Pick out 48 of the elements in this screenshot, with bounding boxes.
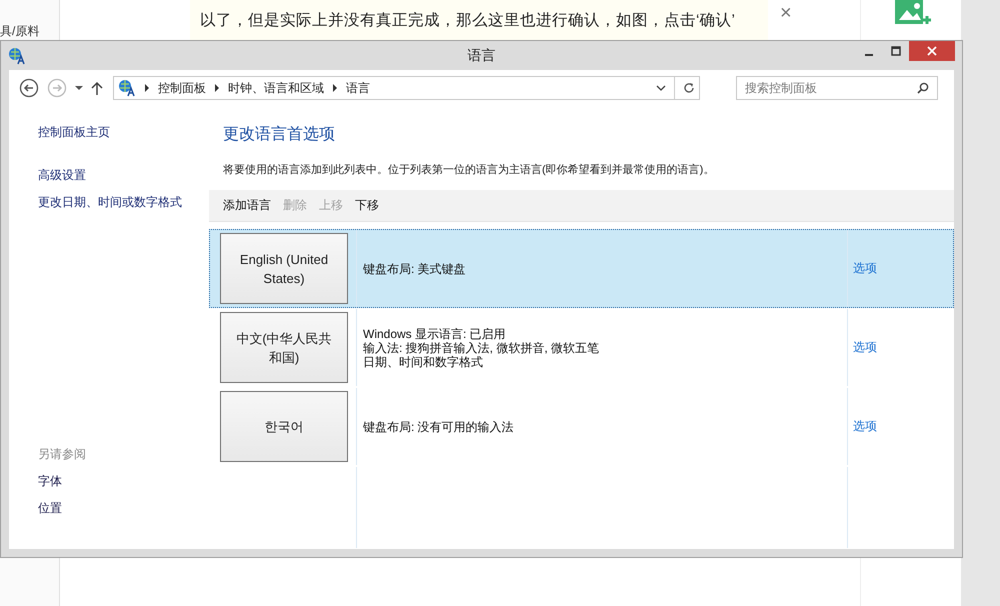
- article-text: 以了，但是实际上并没有真正完成，那么这里也进行确认，如图，点击‘确认’: [200, 12, 735, 29]
- language-detail: 日期、时间和数字格式: [363, 354, 484, 368]
- close-button[interactable]: ×: [780, 2, 792, 25]
- language-row[interactable]: 한국어 键盘布局: 没有可用的输入法 选项: [209, 387, 954, 466]
- address-bar[interactable]: 控制面板 时钟、语言和区域 语言: [113, 76, 700, 100]
- globe-icon: [118, 79, 136, 97]
- language-row[interactable]: English (United States) 键盘布局: 美式键盘 选项: [209, 229, 954, 308]
- toolbar-button[interactable]: 下移: [349, 197, 385, 214]
- maximize-icon: [890, 46, 900, 56]
- chevron-icon[interactable]: [144, 84, 150, 92]
- globe-icon: [8, 46, 26, 64]
- sidebar-link[interactable]: 高级设置: [38, 167, 209, 184]
- language-detail: 键盘布局: 没有可用的输入法: [363, 420, 515, 434]
- caret-icon[interactable]: [75, 85, 83, 91]
- dropdown-icon[interactable]: [656, 85, 666, 91]
- section-heading: 另请参阅: [38, 446, 87, 463]
- search-icon[interactable]: [917, 82, 929, 94]
- language-detail: Windows 显示语言: 已启用: [363, 326, 507, 340]
- language-button[interactable]: 中文(中华人民共和国): [220, 312, 348, 383]
- breadcrumb[interactable]: 控制面板: [158, 80, 206, 96]
- sidebar-link[interactable]: 控制面板主页: [38, 124, 209, 141]
- options-link[interactable]: 选项: [853, 260, 877, 277]
- language-detail: 输入法: 搜狗拼音输入法, 微软拼音, 微软五笔: [363, 340, 600, 354]
- language-row[interactable]: 中文(中华人民共和国) Windows 显示语言: 已启用 输入法: 搜狗拼音输入法, 微软拼音, 微软五笔 日期、时间和数字格式 选项: [209, 308, 954, 387]
- close-button[interactable]: [909, 41, 955, 61]
- sidebar-link[interactable]: 具/原料: [0, 23, 40, 40]
- chevron-icon[interactable]: [332, 84, 338, 92]
- page-heading: 更改语言首选项: [223, 124, 336, 145]
- minimize-icon: [864, 54, 872, 56]
- language-button[interactable]: 한국어: [220, 391, 348, 462]
- breadcrumb[interactable]: 时钟、语言和区域: [228, 80, 324, 96]
- options-link[interactable]: 选项: [853, 339, 877, 356]
- back-icon[interactable]: [19, 78, 39, 98]
- sidebar-link[interactable]: 位置: [38, 500, 209, 517]
- language-detail: 键盘布局: 美式键盘: [363, 262, 467, 276]
- sidebar-link[interactable]: 字体: [38, 473, 209, 490]
- window-title: 语言: [468, 46, 496, 64]
- close-icon: [927, 46, 937, 56]
- toolbar-button[interactable]: 添加语言: [217, 197, 277, 214]
- description-text: 将要使用的语言添加到此列表中。位于列表第一位的语言为主语言(即你希望看到并最常使用的语言)。: [223, 162, 716, 177]
- language-button[interactable]: English (United States): [220, 233, 348, 304]
- sidebar-link[interactable]: 更改日期、时间或数字格式: [38, 194, 209, 211]
- up-arrow-icon[interactable]: [91, 81, 103, 95]
- search-field[interactable]: 搜索控制面板: [736, 76, 938, 100]
- refresh-icon[interactable]: [683, 82, 695, 94]
- breadcrumb[interactable]: 语言: [346, 80, 370, 96]
- options-link[interactable]: 选项: [853, 418, 877, 435]
- chevron-icon[interactable]: [214, 84, 220, 92]
